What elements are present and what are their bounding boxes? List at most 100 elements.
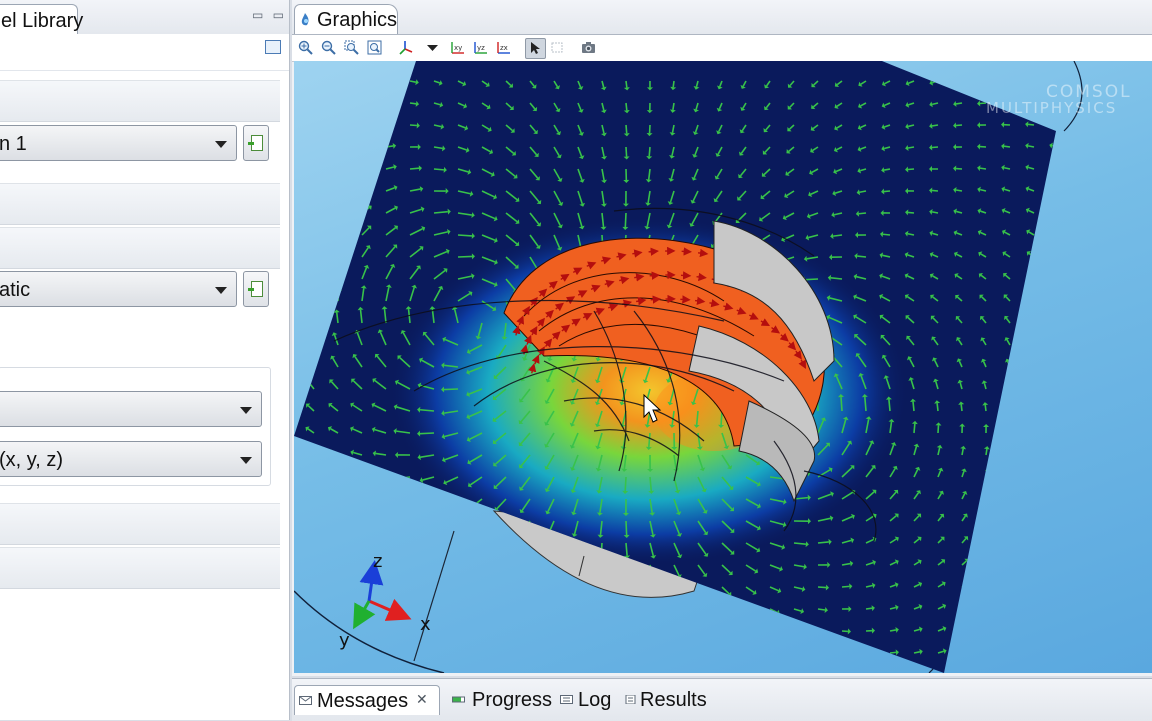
dropdown-arrow-icon[interactable] xyxy=(425,40,440,55)
graphics-viewport[interactable]: COMSOL MULTIPHYSICS x z y xyxy=(294,61,1152,673)
axis-label-x: x xyxy=(420,614,431,635)
view-yz-icon[interactable]: yz xyxy=(473,40,488,55)
select-button[interactable] xyxy=(525,38,546,59)
section-header-3[interactable] xyxy=(0,227,280,269)
field-arrow xyxy=(1009,405,1010,411)
combo-coordinates[interactable]: (x, y, z) xyxy=(0,441,262,477)
field-arrow-head xyxy=(751,611,755,616)
minimize-maximize-buttons[interactable]: ▭ ▭ xyxy=(252,8,287,22)
field-arrow xyxy=(1052,167,1058,169)
tab-log-label: Log xyxy=(578,689,611,712)
field-arrow xyxy=(338,249,342,257)
section-header-4[interactable] xyxy=(0,503,280,545)
tab-messages[interactable]: Messages ✕ xyxy=(294,685,440,715)
field-arrow xyxy=(962,449,963,455)
axis-orientation-icon[interactable] xyxy=(398,40,413,55)
tab-results[interactable]: Results xyxy=(620,685,715,715)
field-arrow-head xyxy=(1036,603,1040,607)
field-arrow xyxy=(314,250,317,257)
bottom-tab-bar: Messages ✕ Progress Log Results xyxy=(292,678,1152,721)
field-arrow-head xyxy=(317,163,321,168)
field-arrow xyxy=(1058,605,1062,609)
field-arrow-head xyxy=(475,591,480,595)
tab-log[interactable]: Log xyxy=(556,685,616,715)
field-arrow-head xyxy=(599,638,605,641)
field-arrow xyxy=(426,521,434,525)
field-arrow-head xyxy=(1053,337,1058,341)
camera-icon[interactable] xyxy=(581,40,596,55)
field-arrow-head xyxy=(701,614,706,618)
field-arrow xyxy=(313,314,314,323)
field-arrow-head xyxy=(368,163,372,169)
tab-graphics[interactable]: Graphics xyxy=(294,4,398,34)
field-arrow-head xyxy=(305,495,309,501)
select-box-icon[interactable] xyxy=(550,40,565,55)
svg-text:xy: xy xyxy=(454,44,462,52)
field-arrow xyxy=(450,521,458,526)
field-arrow xyxy=(503,609,506,615)
field-arrow xyxy=(354,476,362,477)
field-arrow-head xyxy=(1056,468,1062,471)
combo-expression[interactable] xyxy=(0,391,262,427)
section-header-1[interactable] xyxy=(0,80,280,122)
field-arrow xyxy=(362,187,369,191)
field-arrow xyxy=(1034,560,1038,565)
field-arrow xyxy=(338,228,343,235)
field-arrow xyxy=(908,147,914,148)
view-zx-icon[interactable]: zx xyxy=(496,40,511,55)
field-arrow xyxy=(818,609,825,610)
view-xy-icon[interactable]: xy xyxy=(450,40,465,55)
field-arrow xyxy=(1058,649,1063,653)
field-arrow xyxy=(504,653,506,658)
combo-study[interactable]: n 1 xyxy=(0,125,237,161)
field-arrow-head xyxy=(966,648,970,654)
zoom-out-icon[interactable] xyxy=(321,40,336,55)
field-arrow xyxy=(625,213,626,227)
field-arrow xyxy=(626,543,627,556)
field-arrow xyxy=(553,631,554,638)
field-arrow xyxy=(362,102,368,103)
field-arrow-head xyxy=(724,656,728,660)
close-icon[interactable]: ✕ xyxy=(416,691,428,708)
tab-progress[interactable]: Progress xyxy=(448,685,554,715)
section-header-5[interactable] xyxy=(0,547,280,589)
field-arrow xyxy=(379,543,386,545)
add-to-model-icon[interactable] xyxy=(265,40,281,54)
field-arrow-head xyxy=(476,657,481,661)
field-arrow-head xyxy=(599,617,605,620)
plot-canvas: COMSOL MULTIPHYSICS x z y xyxy=(294,61,1152,673)
field-arrow-head xyxy=(474,569,478,573)
field-arrow-head xyxy=(1032,446,1038,449)
field-arrow xyxy=(577,631,578,638)
zoom-extents-icon[interactable] xyxy=(367,40,382,55)
graphics-panel: Graphics xy yz zx xyxy=(292,0,1152,676)
field-arrow-head xyxy=(574,638,580,641)
field-arrow xyxy=(1010,628,1015,631)
field-arrow xyxy=(479,631,482,636)
svg-text:yz: yz xyxy=(477,44,485,52)
field-arrow-head xyxy=(318,141,322,146)
solver-go-to-source-button[interactable] xyxy=(243,271,269,307)
field-arrow-head xyxy=(342,205,346,209)
field-arrow-head xyxy=(499,571,504,575)
study-go-to-source-button[interactable] xyxy=(243,125,269,161)
tab-model-library[interactable]: el Library xyxy=(0,4,78,34)
field-arrow xyxy=(1054,275,1058,279)
field-arrow-head xyxy=(524,593,529,597)
field-arrow-head xyxy=(376,519,379,525)
field-arrow-head xyxy=(1052,316,1057,320)
tab-graphics-label: Graphics xyxy=(317,9,397,32)
field-arrow xyxy=(1034,650,1039,653)
section-header-2[interactable] xyxy=(0,183,280,225)
go-to-source-icon xyxy=(251,281,263,297)
zoom-box-icon[interactable] xyxy=(344,40,359,55)
field-arrow xyxy=(962,583,967,587)
field-arrow xyxy=(333,653,338,656)
zoom-in-icon[interactable] xyxy=(298,40,313,55)
combo-solver[interactable]: atic xyxy=(0,271,237,307)
field-arrow-head xyxy=(674,657,679,661)
field-arrow-head xyxy=(989,581,993,586)
field-arrow xyxy=(314,123,319,125)
field-arrow-head xyxy=(823,652,827,658)
field-arrow-head xyxy=(424,544,428,549)
